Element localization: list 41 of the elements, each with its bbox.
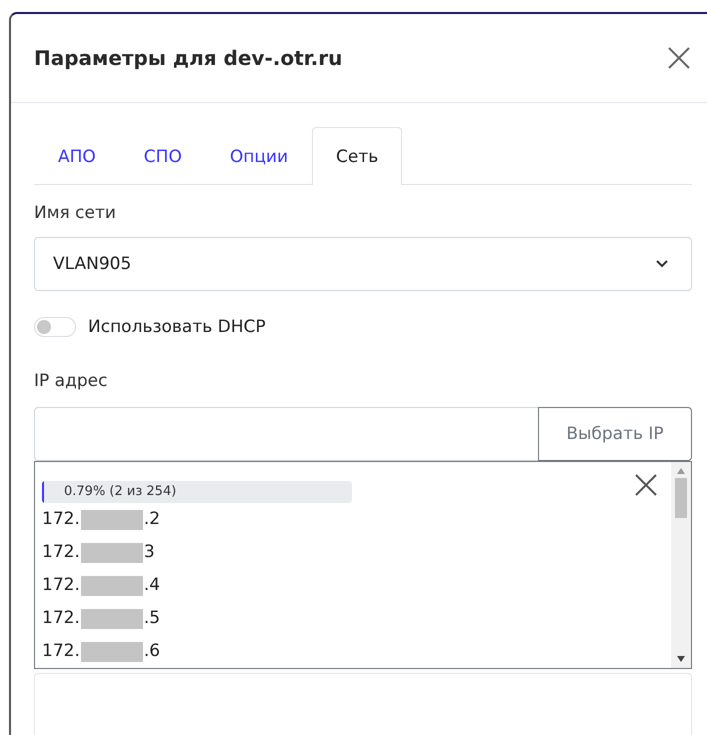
ip-text: .4 [144,574,160,597]
scrollbar[interactable] [671,462,691,668]
ip-text: 172. [42,640,80,663]
scroll-down-icon[interactable] [677,656,685,662]
scroll-up-icon[interactable] [677,468,685,474]
field-label: Имя сети [34,203,117,223]
ip-input-field[interactable] [34,407,538,461]
redaction-mark [80,510,143,530]
dialog-title: Параметры для dev-.otr.ru [34,46,342,70]
select-ip-button[interactable]: Выбрать IP [538,407,692,461]
ip-list-item[interactable]: 172. 3 [42,536,665,569]
ip-text: .2 [144,508,160,531]
ip-list-item[interactable]: 172. .5 [42,602,665,635]
network-select[interactable]: VLAN905 [34,237,692,291]
close-icon[interactable] [635,474,657,496]
toggle-switch[interactable] [34,317,76,337]
chevron-down-icon [655,259,669,269]
ip-text: 172. [42,508,80,531]
ip-list-item[interactable]: 172. .6 [42,635,665,668]
ip-text: 3 [144,541,155,564]
progress-text: 0.79% (2 из 254) [64,484,176,499]
field-label: IP адрес [34,371,108,391]
ip-text: 172. [42,541,80,564]
redaction-mark [80,576,143,596]
redaction-mark [80,542,143,562]
tab[interactable]: АПО [34,127,120,185]
ip-text: 172. [42,574,80,597]
toggle-label: Использовать DHCP [88,317,266,337]
ip-list-item[interactable]: 172. .2 [42,503,665,536]
close-icon[interactable] [667,46,691,70]
tab[interactable]: СПО [120,127,206,185]
redaction-mark [80,642,143,662]
tab[interactable]: Сеть [312,127,402,185]
ip-list-item[interactable]: 172. .4 [42,569,665,602]
tab[interactable]: Опции [206,127,312,185]
ip-text: .6 [144,640,160,663]
redaction-mark [80,608,143,628]
scrollbar-thumb[interactable] [675,478,687,518]
ip-text: .5 [144,607,160,630]
ip-text: 172. [42,607,80,630]
input-field[interactable] [34,673,692,735]
